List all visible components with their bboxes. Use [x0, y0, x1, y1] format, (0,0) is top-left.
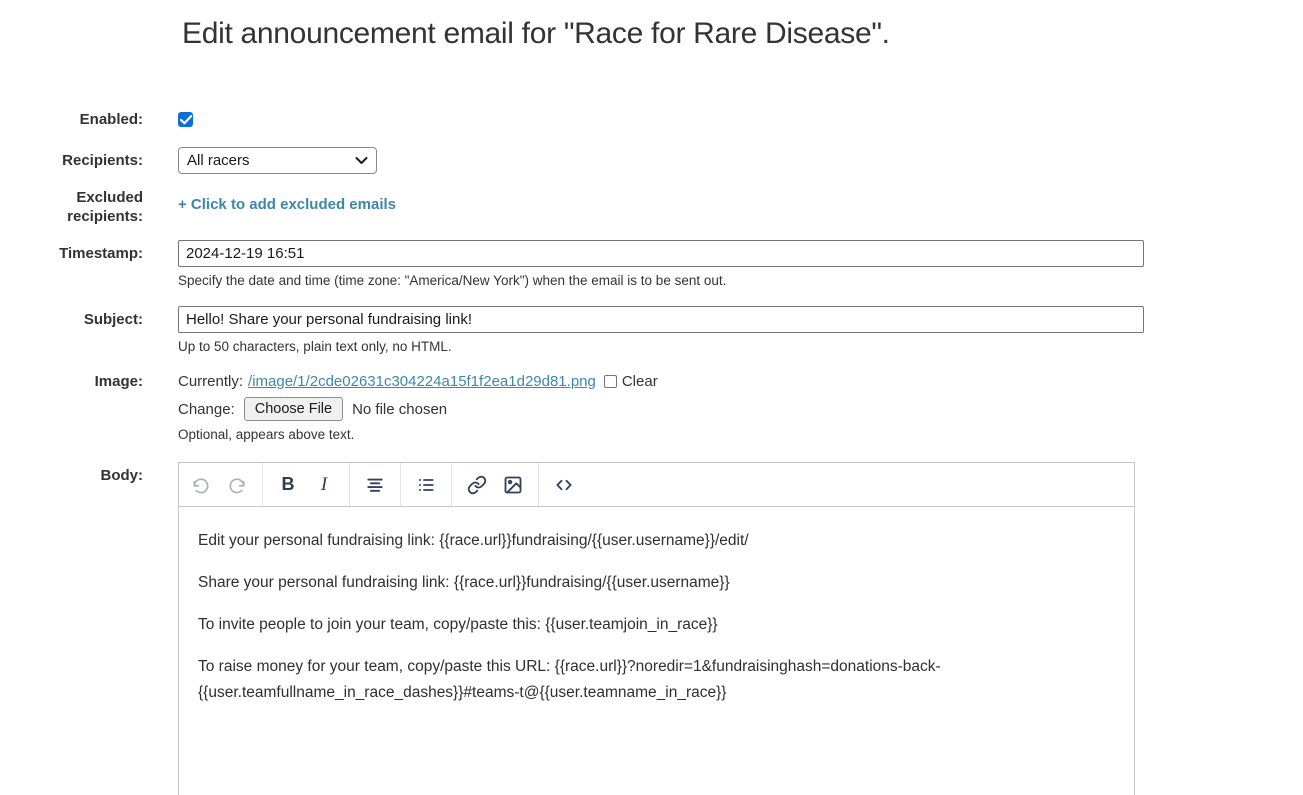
- excluded-recipients-label: Excluded recipients:: [0, 188, 143, 226]
- edit-announcement-email-page: Edit announcement email for "Race for Ra…: [0, 0, 1303, 795]
- align-center-button[interactable]: [357, 469, 393, 501]
- timestamp-help-text: Specify the date and time (time zone: "A…: [178, 273, 1303, 289]
- excluded-recipients-row: Excluded recipients: + Click to add excl…: [0, 188, 1303, 226]
- announcement-email-form: Enabled: Recipients: All racers: [0, 110, 1303, 795]
- body-rich-text-editor: B I: [178, 462, 1135, 795]
- timestamp-label: Timestamp:: [0, 240, 143, 263]
- subject-input[interactable]: [178, 306, 1144, 333]
- timestamp-input[interactable]: [178, 240, 1144, 267]
- enabled-row: Enabled:: [0, 110, 1303, 132]
- bold-button[interactable]: B: [270, 469, 306, 501]
- image-label: Image:: [0, 372, 143, 391]
- body-paragraph: Edit your personal fundraising link: {{r…: [198, 528, 1115, 554]
- choose-file-button[interactable]: Choose File: [244, 397, 343, 421]
- timestamp-row: Timestamp: Specify the date and time (ti…: [0, 240, 1303, 289]
- image-currently-label: Currently:: [178, 372, 243, 391]
- subject-row: Subject: Up to 50 characters, plain text…: [0, 306, 1303, 355]
- body-label: Body:: [0, 462, 143, 485]
- insert-image-button[interactable]: [495, 469, 531, 501]
- body-paragraph: To raise money for your team, copy/paste…: [198, 654, 1115, 706]
- toolbar-separator: [538, 463, 539, 506]
- recipients-label: Recipients:: [0, 147, 143, 170]
- code-view-button[interactable]: [546, 469, 582, 501]
- undo-button[interactable]: [183, 469, 219, 501]
- chevron-down-icon: [355, 156, 368, 165]
- code-view-icon: [554, 475, 574, 495]
- body-paragraph: Share your personal fundraising link: {{…: [198, 570, 1115, 596]
- no-file-chosen-text: No file chosen: [352, 401, 447, 418]
- subject-help-text: Up to 50 characters, plain text only, no…: [178, 339, 1303, 355]
- check-icon: [180, 115, 192, 125]
- recipients-selected-value: All racers: [187, 152, 355, 169]
- toolbar-separator: [262, 463, 263, 506]
- enabled-label: Enabled:: [0, 110, 143, 129]
- image-clear-checkbox[interactable]: [604, 375, 617, 388]
- current-image-link[interactable]: /image/1/2cde02631c304224a15f1f2ea1d29d8…: [248, 372, 596, 391]
- link-icon: [467, 475, 487, 495]
- recipients-select[interactable]: All racers: [178, 147, 377, 174]
- insert-link-button[interactable]: [459, 469, 495, 501]
- toolbar-separator: [400, 463, 401, 506]
- bullet-list-icon: [416, 475, 436, 495]
- redo-icon: [227, 475, 247, 495]
- redo-button[interactable]: [219, 469, 255, 501]
- image-clear-label: Clear: [622, 372, 658, 391]
- editor-toolbar: B I: [179, 463, 1134, 507]
- add-excluded-emails-link[interactable]: + Click to add excluded emails: [178, 188, 396, 214]
- body-row: Body:: [0, 462, 1303, 795]
- image-row: Image: Currently: /image/1/2cde02631c304…: [0, 372, 1303, 443]
- body-paragraph: To invite people to join your team, copy…: [198, 612, 1115, 638]
- toolbar-separator: [451, 463, 452, 506]
- page-title: Edit announcement email for "Race for Ra…: [182, 16, 1303, 52]
- enabled-checkbox[interactable]: [178, 112, 193, 127]
- toolbar-separator: [349, 463, 350, 506]
- image-change-label: Change:: [178, 401, 235, 418]
- align-center-icon: [365, 475, 385, 495]
- recipients-row: Recipients: All racers: [0, 147, 1303, 174]
- image-help-text: Optional, appears above text.: [178, 427, 1303, 443]
- bullet-list-button[interactable]: [408, 469, 444, 501]
- italic-button[interactable]: I: [306, 469, 342, 501]
- subject-label: Subject:: [0, 306, 143, 329]
- body-editor-content[interactable]: Edit your personal fundraising link: {{r…: [179, 507, 1134, 743]
- undo-icon: [191, 475, 211, 495]
- image-icon: [503, 475, 523, 495]
